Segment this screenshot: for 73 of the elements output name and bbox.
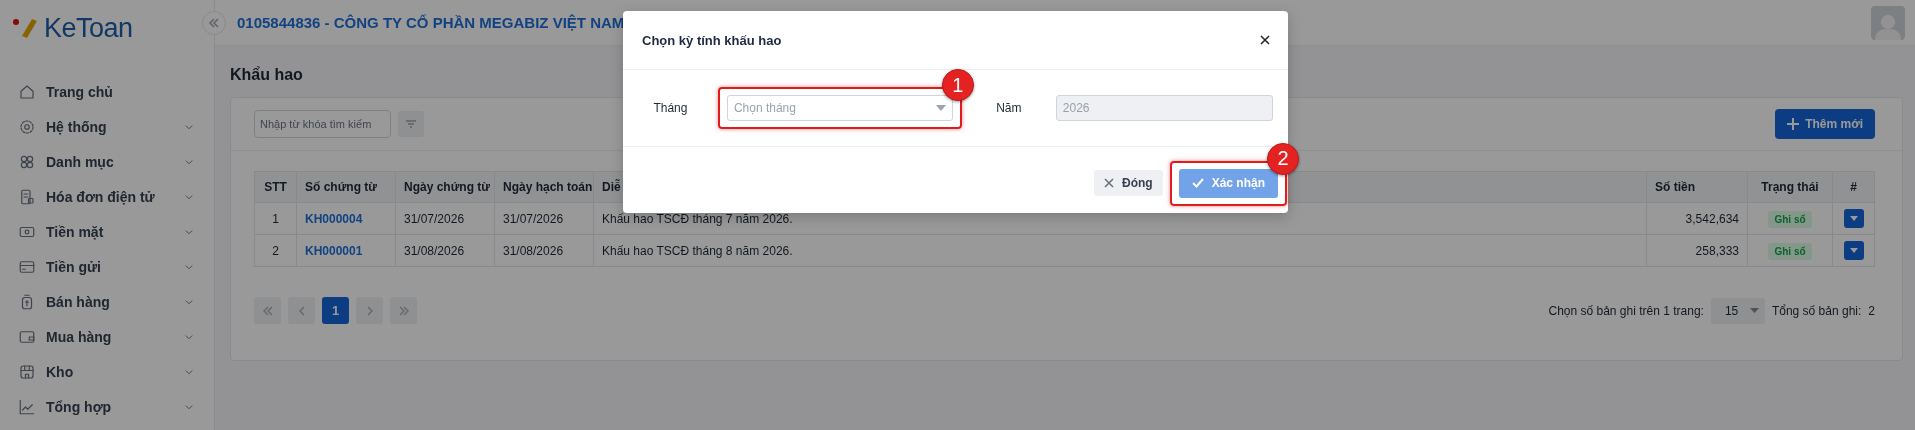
add-button[interactable]: Thêm mới bbox=[1775, 109, 1875, 139]
voucher-link[interactable]: KH000004 bbox=[305, 211, 363, 226]
sidebar-item[interactable]: Tiền mặt bbox=[0, 214, 214, 249]
first-page-button[interactable] bbox=[254, 297, 281, 324]
close-icon bbox=[1104, 178, 1114, 188]
table-cell: 31/07/2026 bbox=[494, 202, 594, 235]
logo-icon bbox=[12, 17, 38, 39]
column-header: Số chứng từ bbox=[296, 171, 396, 203]
dropdown-caret-icon bbox=[935, 105, 946, 111]
double-chevron-right-icon bbox=[397, 304, 410, 317]
caret-down-icon bbox=[1849, 248, 1858, 253]
dialog-title: Chọn kỳ tính khấu hao bbox=[642, 32, 782, 48]
column-header: Trạng thái bbox=[1747, 171, 1833, 203]
step-number-badge: 1 bbox=[941, 69, 974, 101]
table-cell: 3,542,634 bbox=[1646, 202, 1748, 235]
check-icon bbox=[1191, 178, 1204, 188]
sidebar-item[interactable]: Hóa đơn điện tử bbox=[0, 179, 214, 214]
search-field[interactable]: Nhập từ khóa tìm kiếm bbox=[254, 110, 391, 138]
caret-down-icon bbox=[1849, 216, 1858, 221]
filter-button[interactable] bbox=[398, 111, 424, 137]
warehouse-icon bbox=[18, 362, 36, 381]
table-cell: Khấu hao TSCĐ tháng 8 năm 2026. bbox=[593, 234, 1647, 267]
table-cell: 31/08/2026 bbox=[395, 234, 495, 267]
sidebar-item[interactable]: Hệ thống bbox=[0, 109, 214, 144]
page-size-label: Chọn số bản ghi trên 1 trang: bbox=[1548, 303, 1704, 318]
caret-down-icon bbox=[1749, 308, 1759, 313]
row-menu-button[interactable] bbox=[1843, 209, 1864, 228]
field-label: Tháng bbox=[652, 101, 689, 115]
column-header: STT bbox=[254, 171, 297, 203]
column-header: Ngày chứng từ bbox=[395, 171, 495, 203]
close-dialog-button[interactable]: Đóng bbox=[1094, 170, 1163, 196]
column-header: # bbox=[1832, 171, 1875, 203]
sidebar-item[interactable]: Tổng hợp bbox=[0, 389, 214, 424]
table-cell: 2 bbox=[254, 234, 297, 267]
sidebar-item[interactable]: Trang chủ bbox=[0, 74, 214, 109]
collapse-sidebar-button[interactable] bbox=[202, 11, 226, 35]
double-chevron-left-icon bbox=[261, 304, 274, 317]
step-number-badge: 2 bbox=[1267, 142, 1299, 175]
previous-page-button[interactable] bbox=[288, 297, 315, 324]
field-label: Năm bbox=[995, 101, 1023, 115]
table-cell: 258,333 bbox=[1646, 234, 1748, 267]
table-cell: 1 bbox=[254, 202, 297, 235]
sidebar-item[interactable]: Kho bbox=[0, 354, 214, 389]
line-chart-icon bbox=[18, 397, 36, 416]
page-size-select[interactable]: 15 bbox=[1710, 297, 1765, 324]
table-cell: 31/08/2026 bbox=[494, 234, 594, 267]
sidebar-item[interactable]: Mua hàng bbox=[0, 319, 214, 354]
page-title: Khẩu hao bbox=[230, 66, 303, 84]
settings-icon bbox=[18, 117, 36, 136]
row-menu-button[interactable] bbox=[1843, 241, 1864, 260]
last-page-button[interactable] bbox=[390, 297, 417, 324]
sidebar-item[interactable]: Tiền gửi bbox=[0, 249, 214, 284]
page-button[interactable]: 1 bbox=[322, 297, 349, 324]
total-records-label: Tổng số bản ghi: bbox=[1771, 303, 1862, 318]
sidebar-item[interactable]: Bán hàng bbox=[0, 284, 214, 319]
sidebar-item[interactable]: Danh mục bbox=[0, 144, 214, 179]
company-name: 0105844836 - CÔNG TY CỔ PHẦN MEGABIZ VIỆT NAM bbox=[237, 14, 625, 31]
plus-icon bbox=[1787, 118, 1800, 130]
brand-name: KeToan bbox=[44, 12, 133, 44]
column-header: Số tiền bbox=[1646, 171, 1748, 203]
double-chevron-left-icon bbox=[208, 17, 220, 29]
filter-icon bbox=[405, 119, 417, 129]
next-page-button[interactable] bbox=[356, 297, 383, 324]
close-button[interactable] bbox=[1260, 35, 1270, 45]
avatar-icon[interactable] bbox=[1871, 5, 1905, 40]
invoice-icon bbox=[18, 187, 36, 206]
column-header: Ngày hạch toán bbox=[494, 171, 594, 203]
voucher-link[interactable]: KH000001 bbox=[305, 243, 363, 258]
table-cell: 31/07/2026 bbox=[395, 202, 495, 235]
month-select[interactable]: Chọn tháng bbox=[726, 95, 953, 121]
status-badge: Ghi sổ bbox=[1768, 210, 1812, 228]
status-badge: Ghi sổ bbox=[1768, 242, 1812, 260]
total-records-count: 2 bbox=[1868, 303, 1875, 318]
